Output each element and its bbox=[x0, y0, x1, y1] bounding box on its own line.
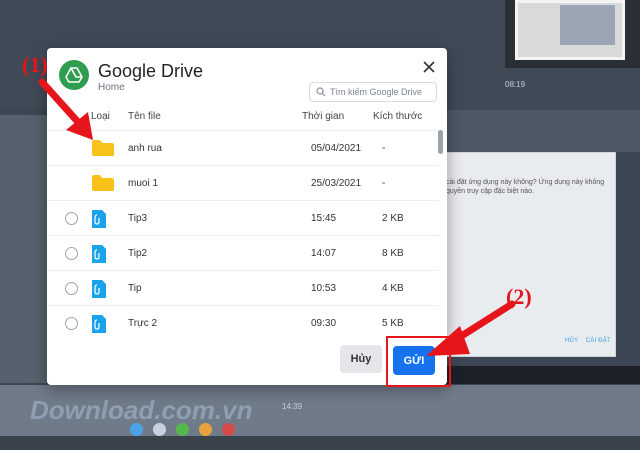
file-select-radio[interactable] bbox=[65, 212, 78, 225]
file-name: anh rua bbox=[128, 143, 162, 154]
file-select-radio[interactable] bbox=[65, 282, 78, 295]
list-item-file[interactable]: Tip2 14:07 8 KB bbox=[47, 235, 439, 270]
file-time: 05/04/2021 bbox=[311, 143, 362, 154]
background-photo-inner bbox=[560, 5, 615, 45]
file-time: 09:30 bbox=[311, 318, 337, 329]
watermark-dot-orange bbox=[199, 423, 212, 436]
list-item-folder[interactable]: muoi 1 25/03/2021 - bbox=[47, 165, 439, 200]
file-size: 5 KB bbox=[382, 318, 404, 329]
file-time: 14:07 bbox=[311, 248, 337, 259]
list-item-file[interactable]: Tip3 15:45 2 KB bbox=[47, 200, 439, 235]
file-size: 2 KB bbox=[382, 213, 404, 224]
file-size: - bbox=[382, 178, 386, 189]
document-icon bbox=[91, 279, 107, 304]
annotation-arrow-1 bbox=[38, 78, 93, 140]
step-1-label: (1) bbox=[22, 52, 48, 77]
background-time-bottom: 14:39 bbox=[282, 402, 303, 411]
column-header-name: Tên file bbox=[128, 111, 161, 122]
cancel-button[interactable]: Hủy bbox=[340, 345, 382, 373]
file-size: 4 KB bbox=[382, 283, 404, 294]
background-install-buttons: HỦY CÀI ĐẶT bbox=[565, 338, 611, 344]
google-drive-dialog: Google Drive Home Tìm kiếm Google Drive … bbox=[47, 48, 447, 385]
search-input[interactable]: Tìm kiếm Google Drive bbox=[309, 82, 437, 102]
file-name: muoi 1 bbox=[128, 178, 159, 189]
watermark-logo: Download.com.vn bbox=[30, 395, 253, 425]
file-name: Tip3 bbox=[128, 213, 148, 224]
annotation-arrow-2 bbox=[426, 300, 516, 356]
file-select-radio[interactable] bbox=[65, 317, 78, 330]
column-header-time: Thời gian bbox=[302, 111, 345, 122]
file-select-radio[interactable] bbox=[65, 247, 78, 260]
background-time-top: 08:19 bbox=[505, 80, 526, 89]
background-right-strip bbox=[446, 110, 640, 152]
scrollbar[interactable] bbox=[438, 130, 443, 154]
list-item-file[interactable]: Tip 10:53 4 KB bbox=[47, 270, 439, 305]
document-icon bbox=[91, 209, 107, 234]
background-install-label: CÀI ĐẶT bbox=[585, 338, 611, 344]
file-size: - bbox=[382, 143, 386, 154]
document-icon bbox=[91, 314, 107, 339]
watermark-dot-green bbox=[176, 423, 189, 436]
watermark-dot-blue bbox=[130, 423, 143, 436]
file-list: anh rua 05/04/2021 - muoi 1 25/03/2021 -… bbox=[47, 130, 439, 343]
close-button[interactable] bbox=[419, 57, 439, 77]
close-icon bbox=[423, 61, 435, 73]
document-icon bbox=[91, 244, 107, 269]
background-deny-label: HỦY bbox=[565, 338, 579, 344]
dialog-title: Google Drive bbox=[98, 61, 204, 81]
breadcrumb[interactable]: Home bbox=[98, 82, 125, 93]
background-taskbar bbox=[440, 366, 640, 384]
watermark-dot-red bbox=[222, 423, 235, 436]
file-name: Tip bbox=[128, 283, 142, 294]
watermark-dot-gray bbox=[153, 423, 166, 436]
file-size: 8 KB bbox=[382, 248, 404, 259]
dialog-header: Google Drive Home Tìm kiếm Google Drive bbox=[47, 48, 447, 108]
file-time: 25/03/2021 bbox=[311, 178, 362, 189]
folder-icon bbox=[91, 174, 115, 197]
list-item-folder[interactable]: anh rua 05/04/2021 - bbox=[47, 130, 439, 165]
file-time: 15:45 bbox=[311, 213, 337, 224]
list-item-file[interactable]: Trực 2 09:30 5 KB bbox=[47, 305, 439, 340]
search-placeholder: Tìm kiếm Google Drive bbox=[330, 87, 423, 97]
background-bottom-toolbar bbox=[0, 436, 640, 450]
search-icon bbox=[316, 87, 326, 97]
background-left-strip bbox=[0, 115, 48, 383]
file-time: 10:53 bbox=[311, 283, 337, 294]
file-name: Trực 2 bbox=[128, 318, 158, 329]
background-install-text: cài đặt ứng dụng này không? Ứng dụng này… bbox=[446, 179, 605, 195]
file-name: Tip2 bbox=[128, 248, 148, 259]
column-header-size: Kích thước bbox=[373, 111, 423, 122]
